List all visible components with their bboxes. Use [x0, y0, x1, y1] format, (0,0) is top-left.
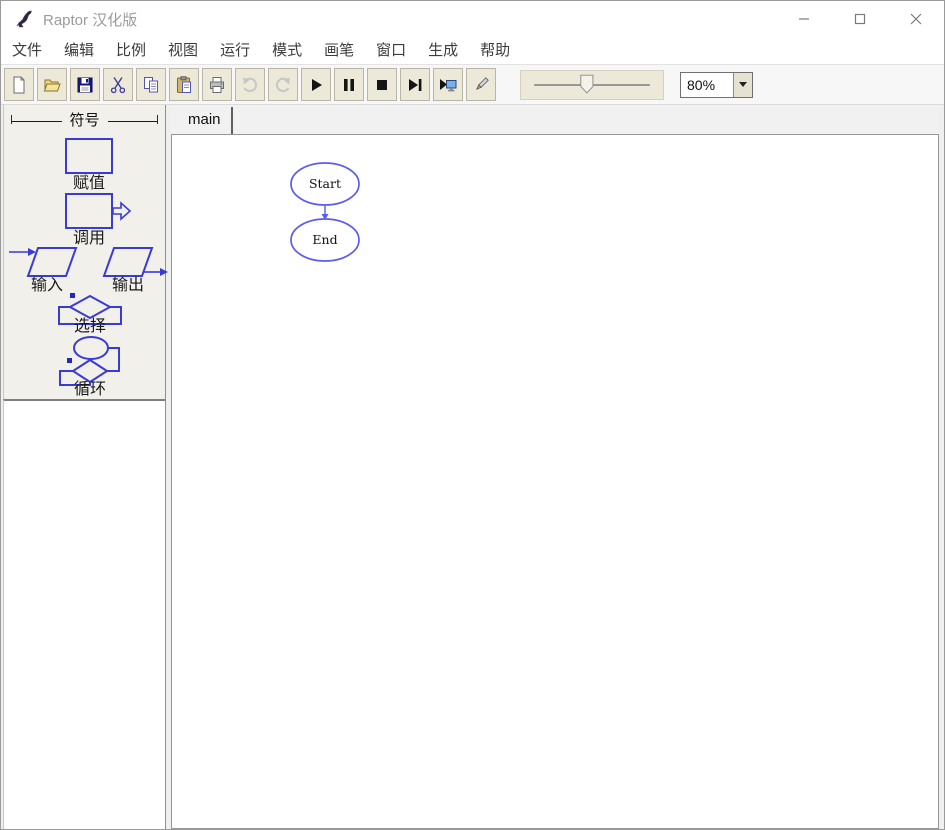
symbol-selection[interactable]: 选择 — [54, 292, 126, 335]
open-file-button[interactable] — [37, 68, 67, 101]
paste-clipboard-icon — [177, 75, 191, 93]
open-file-icon — [43, 79, 61, 91]
header-line-left — [12, 120, 62, 122]
undo-icon — [243, 77, 258, 92]
undo-button[interactable] — [235, 68, 265, 101]
maximize-button[interactable] — [832, 1, 888, 37]
zoom-dropdown-button[interactable] — [733, 72, 752, 97]
menu-bar: 文件 编辑 比例 视图 运行 模式 画笔 窗口 生成 帮助 — [1, 37, 944, 65]
watch-panel — [3, 399, 166, 829]
raptor-logo-icon — [16, 10, 32, 28]
main-area: main Start End — [171, 105, 939, 829]
close-icon — [910, 13, 922, 25]
assignment-shape-icon — [65, 138, 113, 174]
menu-help[interactable]: 帮助 — [469, 37, 521, 64]
start-node-label: Start — [309, 176, 341, 191]
symbol-loop-label: 循环 — [73, 381, 106, 398]
minimize-button[interactable] — [776, 1, 832, 37]
redo-icon — [275, 77, 290, 92]
maximize-icon — [854, 13, 866, 25]
output-shape-icon — [102, 247, 168, 277]
play-button[interactable] — [301, 68, 331, 101]
step-button[interactable] — [400, 68, 430, 101]
symbol-output[interactable]: 输出 — [96, 244, 172, 294]
cut-button[interactable] — [103, 68, 133, 101]
chevron-down-icon — [739, 82, 747, 87]
flowchart-canvas[interactable]: Start End — [171, 134, 939, 829]
comment-pen-button[interactable] — [466, 68, 496, 101]
cut-scissors-icon — [110, 76, 126, 93]
close-button[interactable] — [888, 1, 944, 37]
menu-generate[interactable]: 生成 — [417, 37, 469, 64]
window-controls — [776, 1, 944, 37]
stop-button[interactable] — [367, 68, 397, 101]
run-to-end-icon — [440, 78, 457, 91]
speed-slider[interactable] — [520, 69, 664, 100]
pause-button[interactable] — [334, 68, 364, 101]
save-icon — [77, 77, 93, 92]
zoom-combo: 80% — [680, 71, 753, 98]
window-title: Raptor 汉化版 — [43, 11, 138, 29]
symbol-call[interactable]: 调用 — [56, 192, 132, 247]
content-area: 符号 赋值 调用 输入 输出 选择 循环 main Start End — [1, 105, 944, 829]
menu-view[interactable]: 视图 — [157, 37, 209, 64]
stop-icon — [377, 79, 387, 90]
sidebar: 符号 赋值 调用 输入 输出 选择 循环 — [3, 105, 168, 829]
minimize-icon — [799, 18, 809, 20]
symbols-panel-header: 符号 — [4, 105, 165, 131]
menu-edit[interactable]: 编辑 — [53, 37, 105, 64]
step-forward-icon — [409, 78, 422, 91]
header-tick-right — [157, 114, 159, 124]
print-button[interactable] — [202, 68, 232, 101]
copy-icon — [144, 76, 158, 92]
pause-icon — [344, 78, 354, 91]
header-tick-left — [11, 114, 12, 124]
symbol-assignment[interactable]: 赋值 — [56, 137, 122, 192]
slider-thumb — [580, 74, 594, 94]
call-shape-icon — [65, 193, 132, 229]
copy-button[interactable] — [136, 68, 166, 101]
flowchart-diagram: Start End — [290, 162, 360, 262]
zoom-value-field[interactable]: 80% — [681, 73, 733, 97]
menu-mode[interactable]: 模式 — [261, 37, 313, 64]
tab-strip: main — [171, 105, 939, 134]
redo-button[interactable] — [268, 68, 298, 101]
symbol-loop[interactable]: 循环 — [52, 333, 128, 398]
menu-scale[interactable]: 比例 — [105, 37, 157, 64]
pen-icon — [475, 76, 489, 90]
paste-button[interactable] — [169, 68, 199, 101]
title-bar: Raptor 汉化版 — [1, 1, 944, 37]
menu-pen[interactable]: 画笔 — [313, 37, 365, 64]
symbol-input[interactable]: 输入 — [6, 244, 88, 294]
symbols-header-label: 符号 — [69, 111, 100, 129]
end-node-label: End — [312, 232, 337, 247]
symbol-assignment-label: 赋值 — [72, 175, 105, 192]
tab-main[interactable]: main — [178, 107, 233, 134]
symbols-panel: 符号 赋值 调用 输入 输出 选择 循环 — [3, 105, 168, 399]
input-shape-icon — [9, 247, 78, 277]
header-line-right — [107, 120, 158, 122]
app-window: Raptor 汉化版 文件 编辑 比例 视图 运行 模式 画笔 窗口 生成 帮助 — [0, 0, 945, 830]
toolbar: 80% — [1, 65, 944, 105]
save-button[interactable] — [70, 68, 100, 101]
play-icon — [312, 78, 322, 91]
print-icon — [210, 76, 224, 93]
new-file-icon — [13, 76, 25, 93]
menu-window[interactable]: 窗口 — [365, 37, 417, 64]
menu-file[interactable]: 文件 — [1, 37, 53, 64]
menu-run[interactable]: 运行 — [209, 37, 261, 64]
new-file-button[interactable] — [4, 68, 34, 101]
run-to-end-button[interactable] — [433, 68, 463, 101]
